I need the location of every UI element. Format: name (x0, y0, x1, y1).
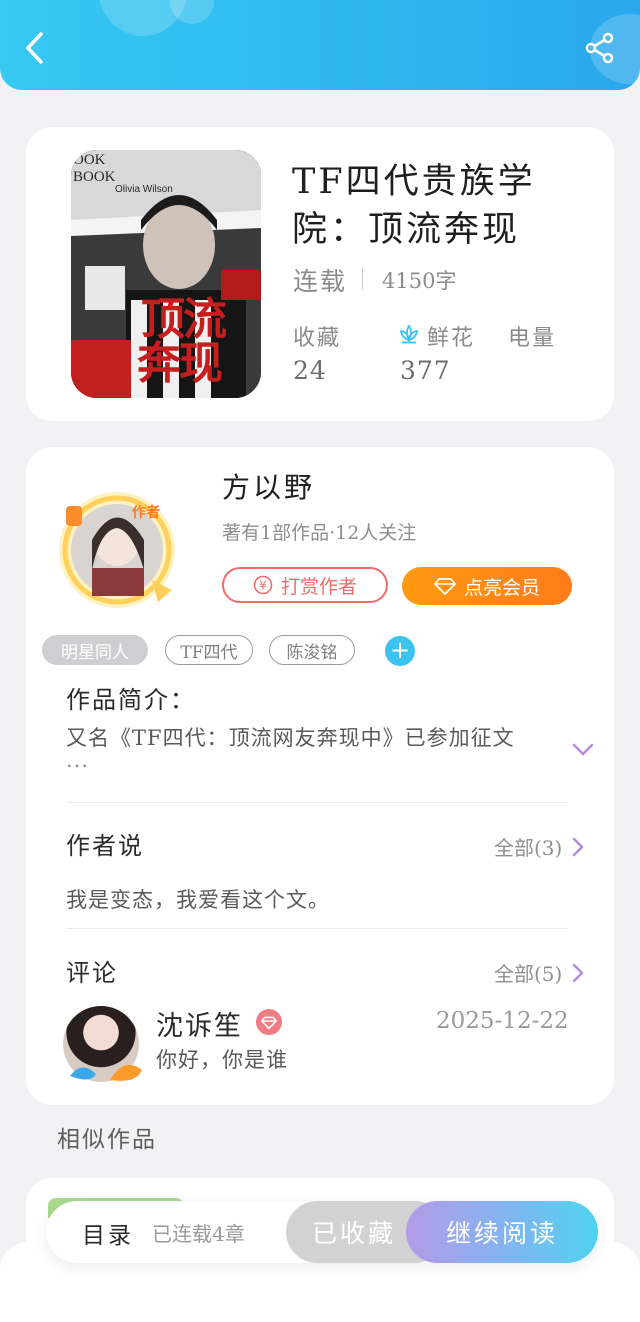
diamond-icon (434, 578, 456, 595)
serial-status: 连载 (293, 267, 348, 296)
chapter-count: 已连载4章 (152, 1222, 245, 1246)
book-cover[interactable]: OOK BOOK Olivia Wilson 顶流 奔现 (71, 150, 261, 398)
author-name[interactable]: 方以野 (222, 466, 315, 506)
continue-reading-label: 继续阅读 (445, 1219, 558, 1248)
tag-item[interactable]: TF四代 (165, 635, 253, 665)
intro-ellipsis: ... (66, 748, 90, 772)
commenter-name[interactable]: 沈诉笙 (156, 1004, 243, 1043)
header-bar (0, 0, 640, 90)
intro-title: 作品简介： (66, 686, 196, 714)
comment-text: 你好，你是谁 (156, 1048, 288, 1072)
similar-works-title: 相似作品 (57, 1127, 157, 1153)
avatar-frame-decor (66, 1050, 146, 1090)
divider (362, 268, 363, 290)
vip-badge (256, 1009, 282, 1035)
vip-button[interactable]: 点亮会员 (402, 567, 572, 605)
intro-text: 又名《TF四代：顶流网友奔现中》已参加征文 (66, 726, 515, 750)
stat-label-flowers: 鲜花 (427, 326, 476, 351)
stat-value-flowers: 377 (400, 356, 451, 385)
cover-corner-text: OOK BOOK (73, 152, 116, 185)
favorited-label: 已收藏 (311, 1219, 396, 1248)
stat-value-favorites: 24 (293, 356, 327, 385)
vip-label: 点亮会员 (463, 576, 540, 599)
lotus-icon (398, 323, 420, 349)
tip-author-label: 打赏作者 (280, 575, 357, 598)
cover-title-line2: 奔现 (137, 338, 223, 389)
chevron-right-icon (573, 837, 584, 856)
tip-author-button[interactable]: ¥ 打赏作者 (222, 567, 388, 603)
stat-label-power: 电量 (508, 326, 557, 351)
svg-text:¥: ¥ (259, 579, 267, 593)
stat-label-favorites: 收藏 (293, 326, 342, 351)
author-meta: 著有1部作品·12人关注 (222, 522, 417, 544)
author-avatar-image (59, 492, 175, 608)
author-avatar[interactable]: 作者 (52, 490, 182, 610)
cover-byline: Olivia Wilson (115, 184, 173, 195)
author-badge: 作者 (132, 505, 160, 521)
comment-date: 2025-12-22 (436, 1008, 569, 1034)
continue-reading-button[interactable]: 继续阅读 (406, 1201, 598, 1263)
comments-more-link[interactable]: 全部(5) (494, 958, 584, 987)
expand-intro-button[interactable] (572, 742, 594, 761)
back-arrow-icon (26, 32, 43, 64)
back-button[interactable] (14, 28, 54, 68)
share-button[interactable] (580, 28, 620, 68)
chevron-down-icon (572, 743, 594, 756)
comments-title: 评论 (66, 959, 118, 987)
tag-item[interactable]: 陈浚铭 (269, 635, 355, 665)
comments-more-label: 全部(5) (494, 962, 563, 986)
tag-item[interactable]: 明星同人 (42, 635, 148, 665)
share-icon (585, 32, 614, 64)
author-says-title: 作者说 (66, 832, 144, 860)
divider (66, 928, 568, 929)
word-count: 4150字 (382, 269, 457, 293)
chevron-right-icon (573, 963, 584, 982)
add-tag-button[interactable]: + (385, 636, 415, 666)
author-says-more-link[interactable]: 全部(3) (494, 832, 584, 861)
book-title: TF四代贵族学院：顶流奔现 (292, 162, 536, 250)
toc-button[interactable]: 目录 (82, 1216, 134, 1250)
author-says-text: 我是变态，我爱看这个文。 (66, 888, 330, 912)
diamond-icon (261, 1016, 277, 1029)
coin-icon: ¥ (253, 575, 273, 595)
decor-bubble (170, 0, 214, 24)
cover-title-line1: 顶流 (141, 294, 227, 345)
divider (66, 802, 568, 803)
author-says-more-label: 全部(3) (494, 836, 563, 860)
